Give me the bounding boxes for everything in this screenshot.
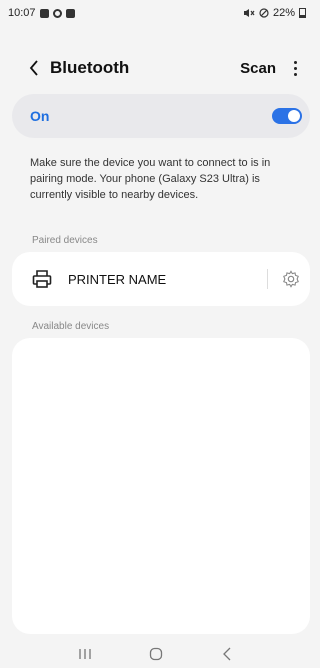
paired-devices-label: Paired devices xyxy=(32,235,98,246)
pairing-info-text: Make sure the device you want to connect… xyxy=(30,157,271,201)
recents-icon xyxy=(79,649,91,659)
bluetooth-switch[interactable] xyxy=(272,108,302,124)
placeholder-block xyxy=(26,490,54,532)
gear-icon[interactable] xyxy=(282,270,300,288)
available-devices-list xyxy=(12,338,310,634)
status-left: 10:07 xyxy=(8,7,75,19)
navigation-bar xyxy=(0,640,312,668)
scan-button[interactable]: Scan xyxy=(240,60,276,77)
back-icon xyxy=(222,647,231,661)
status-time: 10:07 xyxy=(8,7,36,19)
page-title: Bluetooth xyxy=(50,58,130,77)
back-button[interactable] xyxy=(24,56,44,80)
paired-device-row[interactable]: PRINTER NAME xyxy=(12,252,310,306)
message-notification-icon xyxy=(65,8,75,18)
settings-notification-icon xyxy=(52,8,62,18)
more-dot xyxy=(293,66,297,70)
chevron-left-icon xyxy=(29,60,38,76)
battery-icon xyxy=(299,8,306,18)
app-bar: Bluetooth Scan xyxy=(0,48,312,88)
battery-percent: 22% xyxy=(272,7,295,19)
home-button[interactable] xyxy=(145,644,167,664)
more-options-button[interactable] xyxy=(288,56,302,80)
toggle-label: On xyxy=(30,108,50,124)
gallery-notification-icon xyxy=(39,8,49,18)
mute-icon xyxy=(243,9,255,17)
more-dot xyxy=(293,72,297,76)
status-right: 22% xyxy=(243,7,306,19)
system-back-button[interactable] xyxy=(216,644,238,664)
do-not-disturb-icon xyxy=(259,8,269,18)
recents-button[interactable] xyxy=(74,644,96,664)
status-bar: 10:07 22% xyxy=(0,0,312,26)
device-name: PRINTER NAME xyxy=(68,271,167,287)
divider xyxy=(267,269,268,289)
more-dot xyxy=(293,60,297,64)
available-devices-label: Available devices xyxy=(32,321,110,332)
printer-icon xyxy=(32,270,52,288)
home-icon xyxy=(149,647,163,661)
bluetooth-toggle-row[interactable]: On xyxy=(12,94,310,138)
